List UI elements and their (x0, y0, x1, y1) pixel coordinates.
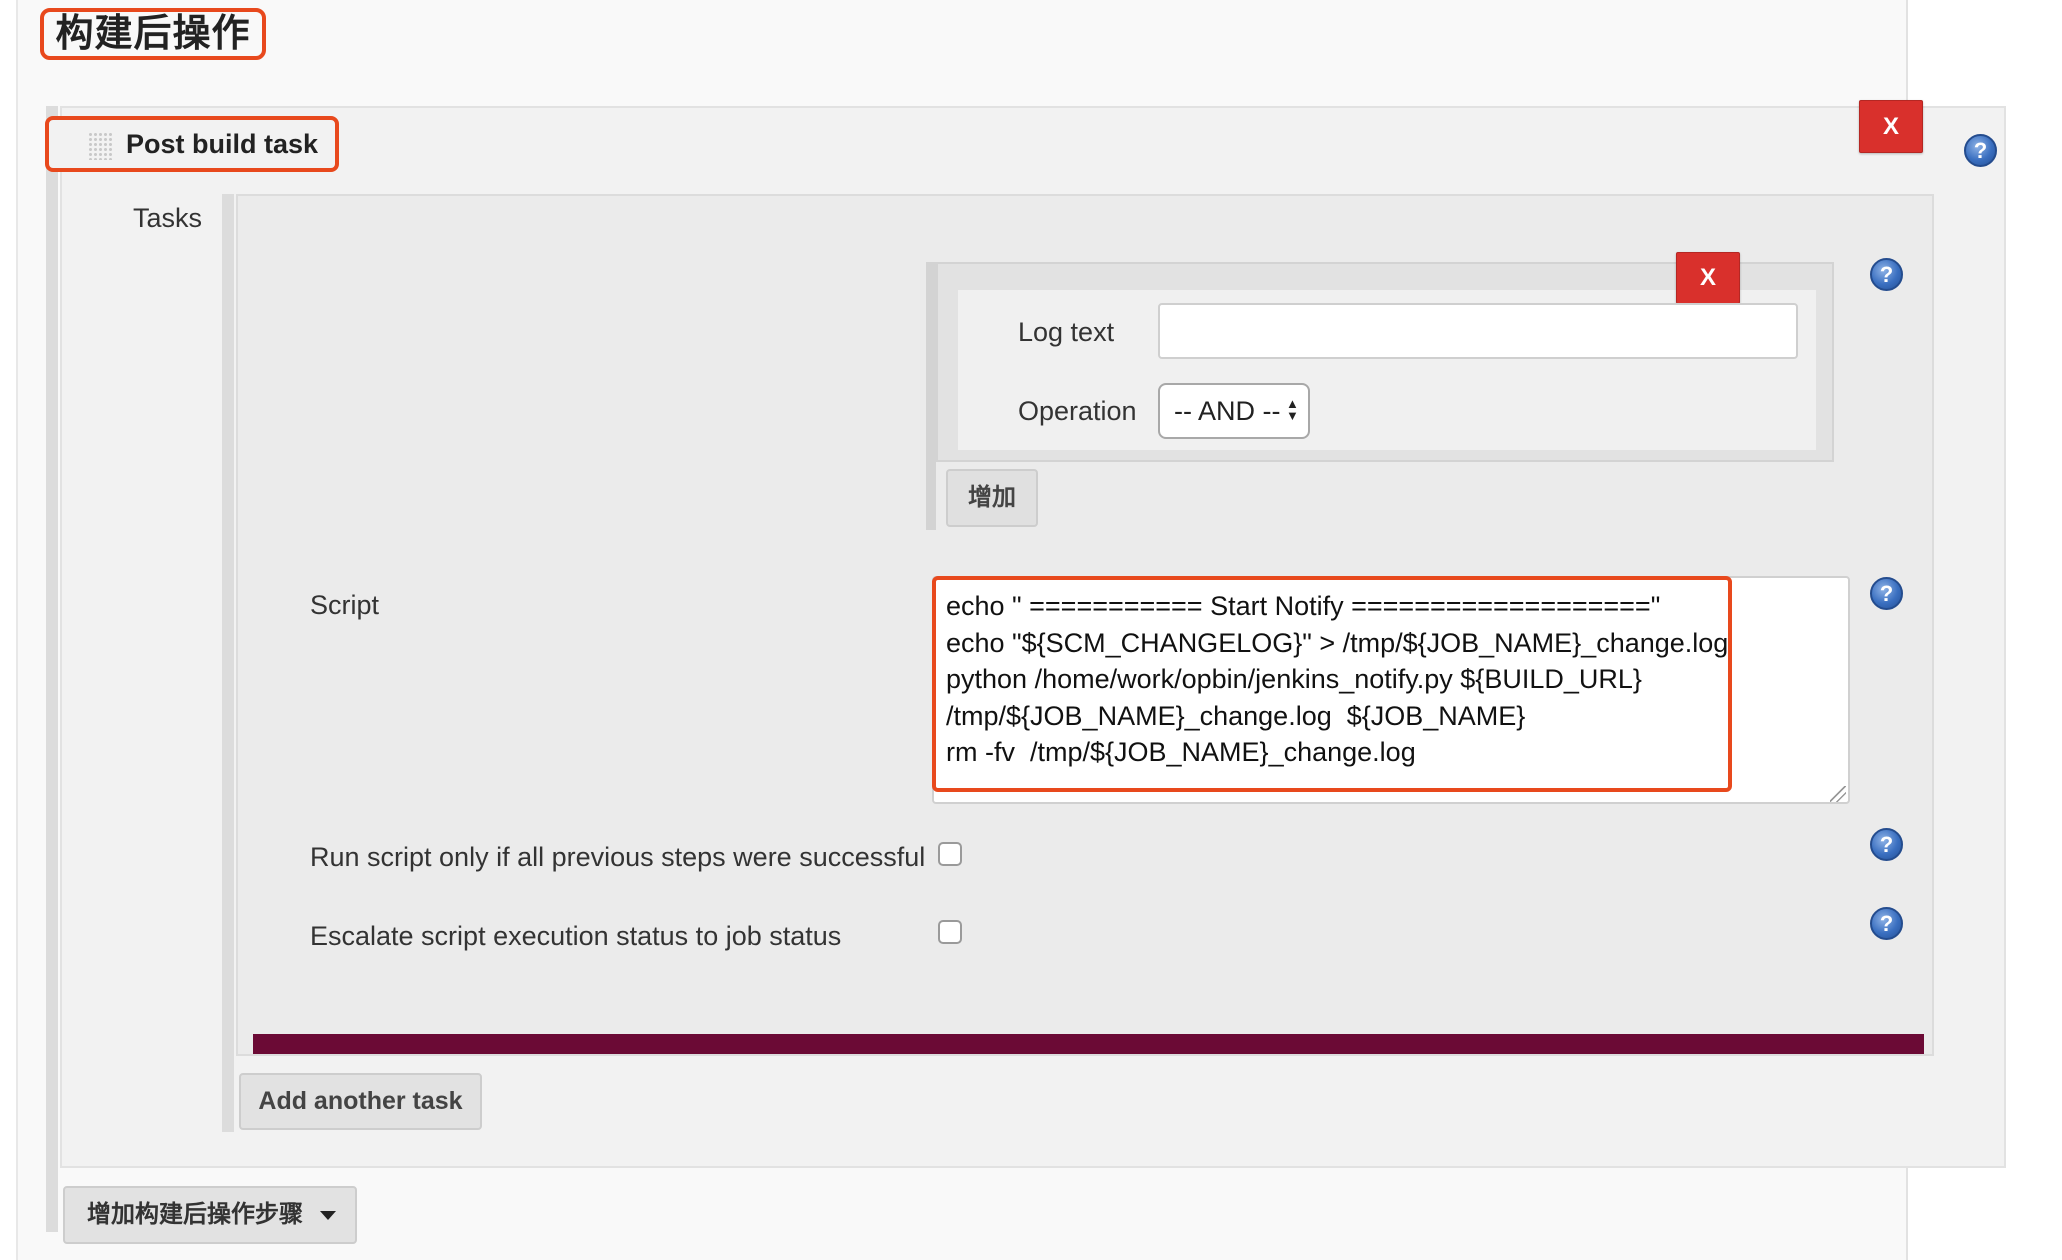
help-icon[interactable]: ? (1870, 258, 1903, 291)
script-line: echo "${SCM_CHANGELOG}" > /tmp/${JOB_NAM… (946, 627, 1729, 658)
script-line: echo " =========== Start Notify ========… (946, 591, 1661, 621)
help-icon[interactable]: ? (1870, 828, 1903, 861)
help-icon[interactable]: ? (1870, 577, 1903, 610)
log-text-label: Log text (1018, 317, 1115, 347)
escalate-status-checkbox[interactable] (938, 920, 962, 944)
add-post-build-step-button[interactable]: 增加构建后操作步骤 (63, 1186, 357, 1244)
select-arrows-icon: ▲ ▼ (1286, 396, 1299, 423)
caret-down-icon (320, 1211, 336, 1220)
drag-handle-icon[interactable] (88, 132, 112, 160)
run-only-if-successful-label: Run script only if all previous steps we… (310, 842, 926, 872)
add-log-text-button[interactable]: 增加 (946, 469, 1038, 527)
help-icon[interactable]: ? (1870, 907, 1903, 940)
script-content[interactable]: echo " =========== Start Notify ========… (946, 588, 1728, 771)
resize-grip-icon[interactable] (1830, 786, 1846, 802)
log-text-input[interactable] (1158, 303, 1798, 359)
escalate-status-label: Escalate script execution status to job … (310, 921, 842, 951)
tasks-label: Tasks (133, 203, 203, 233)
script-label: Script (310, 590, 380, 620)
help-icon[interactable]: ? (1964, 134, 1997, 167)
script-line: /tmp/${JOB_NAME}_change.log ${JOB_NAME} (946, 700, 1526, 731)
add-post-build-step-label: 增加构建后操作步骤 (87, 1201, 303, 1228)
run-only-if-successful-checkbox[interactable] (938, 842, 962, 866)
delete-post-build-task-button[interactable]: X (1859, 100, 1923, 153)
log-text-rail (926, 262, 936, 530)
script-line: python /home/work/opbin/jenkins_notify.p… (946, 664, 1642, 694)
tasks-rail (222, 194, 234, 1132)
post-build-task-title: Post build task (126, 129, 319, 159)
delete-log-text-button[interactable]: X (1676, 252, 1740, 304)
page-left-border (16, 0, 18, 1260)
section-title: 构建后操作 (40, 8, 266, 60)
post-build-block-rail (46, 106, 58, 1232)
script-line: rm -fv /tmp/${JOB_NAME}_change.log (946, 737, 1416, 767)
operation-label: Operation (1018, 396, 1137, 426)
add-another-task-button[interactable]: Add another task (239, 1073, 482, 1130)
task-divider-bar (253, 1034, 1924, 1054)
